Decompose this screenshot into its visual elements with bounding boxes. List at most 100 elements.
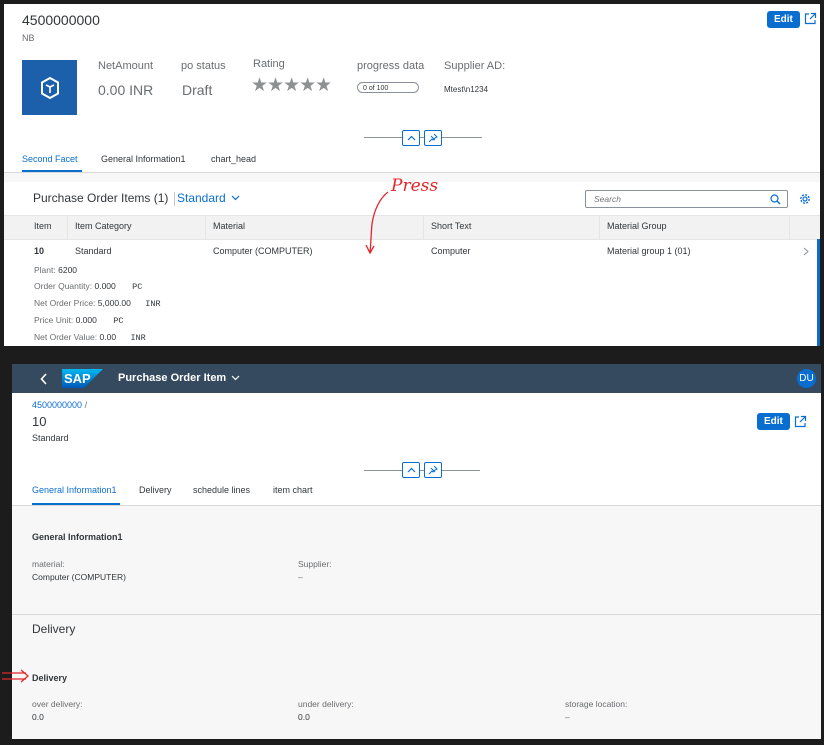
variant-label: Standard [177, 191, 226, 205]
column-header-material-group[interactable]: Material Group [607, 221, 667, 231]
back-icon[interactable] [40, 373, 48, 385]
row-navigation-indicator [817, 239, 820, 346]
edit-button[interactable]: Edit [757, 413, 790, 430]
annotation-arrow [365, 191, 389, 255]
detail-label: Plant: [34, 265, 56, 275]
object-header [12, 393, 821, 506]
detail-value: 0.00 [99, 332, 117, 342]
kpi-supplier-value: Mtest\n1234 [444, 85, 489, 94]
row-details: Plant: 6200 Order Quantity: 0.000 PC Net… [34, 265, 161, 343]
item-title: 10 [32, 414, 47, 429]
shell-title-menu[interactable]: Purchase Order Item [118, 372, 240, 384]
cell-item: 10 [34, 246, 45, 256]
svg-text:SAP: SAP [64, 371, 91, 386]
object-page-purchase-order: 4500000000 NB Edit NetAmount 0.00 INR po… [4, 4, 820, 346]
detail-price-unit: Price Unit: 0.000 PC [34, 315, 161, 326]
shell-title: Purchase Order Item [118, 372, 227, 384]
field-under-delivery-value: 0.0 [298, 712, 310, 722]
detail-net-order-value: Net Order Value: 0.00 INR [34, 332, 161, 343]
group-title-delivery: Delivery [32, 673, 68, 683]
detail-label: Order Quantity: [34, 281, 93, 291]
chevron-down-icon [231, 195, 240, 201]
collapse-header-button[interactable] [402, 462, 420, 478]
tab-item-chart[interactable]: item chart [273, 485, 313, 495]
tab-chart-head[interactable]: chart_head [211, 154, 256, 164]
field-over-delivery-label: over delivery: [32, 699, 83, 709]
tab-second-facet[interactable]: Second Facet [22, 154, 78, 164]
variant-selector[interactable]: Standard [177, 191, 240, 205]
detail-value: 0.000 [75, 315, 97, 325]
header-divider [364, 470, 480, 471]
detail-net-order-price: Net Order Price: 5,000.00 INR [34, 298, 161, 309]
detail-unit: INR [130, 333, 146, 343]
field-material-label: material: [32, 559, 65, 569]
col-separator [789, 216, 790, 239]
navigation-arrow-icon[interactable] [803, 247, 809, 256]
table-title: Purchase Order Items (1) [33, 191, 169, 205]
tab-general-information1[interactable]: General Information1 [32, 485, 117, 495]
gear-icon[interactable] [799, 193, 811, 205]
pin-header-button[interactable] [424, 130, 442, 146]
column-header-short-text[interactable]: Short Text [431, 221, 471, 231]
field-over-delivery-value: 0.0 [32, 712, 44, 722]
field-supplier-label: Supplier: [298, 559, 332, 569]
material-link[interactable]: Computer (COMPUTER) [213, 246, 313, 256]
kpi-netamount-value: 0.00 INR [98, 82, 154, 98]
pin-header-button[interactable] [424, 462, 442, 478]
tab-delivery[interactable]: Delivery [139, 485, 172, 495]
breadcrumb: 4500000000 / [32, 400, 87, 410]
title-separator [174, 192, 175, 206]
item-subtitle: Standard [32, 433, 69, 443]
object-icon-tile [22, 60, 77, 115]
tab-bar-border [12, 505, 821, 506]
press-annotation: Press [391, 176, 439, 196]
kpi-progress-label: progress data [357, 60, 425, 72]
rating-stars: ★★★★★ [251, 75, 332, 96]
column-header-item[interactable]: Item [34, 221, 52, 231]
col-separator [67, 216, 68, 239]
progress-indicator: 0 of 100 [357, 82, 419, 93]
page-title: 4500000000 [22, 12, 100, 28]
search-icon[interactable] [770, 194, 781, 205]
detail-order-quantity: Order Quantity: 0.000 PC [34, 281, 161, 292]
search-input[interactable]: Search [585, 190, 788, 208]
column-header-item-category[interactable]: Item Category [75, 221, 132, 231]
box-icon [40, 76, 59, 99]
share-icon[interactable] [794, 415, 807, 428]
detail-unit: INR [145, 299, 161, 309]
detail-unit: PC [113, 316, 124, 326]
cell-item-category: Standard [75, 246, 112, 256]
field-material-value: Computer (COMPUTER) [32, 572, 126, 582]
kpi-rating-label: Rating [253, 58, 285, 70]
col-separator [423, 216, 424, 239]
sap-logo[interactable]: SAP [62, 369, 103, 388]
column-header-material[interactable]: Material [213, 221, 245, 231]
breadcrumb-separator: / [84, 400, 88, 410]
col-separator [205, 216, 206, 239]
field-storage-location-label: storage location: [565, 699, 628, 709]
field-supplier-value: – [298, 572, 303, 582]
avatar[interactable]: DU [797, 369, 816, 388]
edit-button[interactable]: Edit [767, 11, 800, 28]
chevron-down-icon [231, 375, 240, 381]
tab-general-information1[interactable]: General Information1 [101, 154, 186, 164]
cell-material-group: Material group 1 (01) [607, 246, 691, 256]
detail-value: 0.000 [94, 281, 116, 291]
field-storage-location-value: – [565, 712, 570, 722]
progress-text: 0 of 100 [363, 85, 389, 92]
kpi-po-status-value: Draft [182, 82, 213, 98]
pin-icon [428, 133, 438, 143]
detail-unit: PC [132, 282, 143, 292]
detail-label: Price Unit: [34, 315, 74, 325]
section-divider [12, 614, 821, 615]
detail-value: 5,000.00 [97, 298, 131, 308]
collapse-header-button[interactable] [402, 130, 420, 146]
pin-icon [428, 465, 438, 475]
detail-value: 6200 [58, 265, 78, 275]
share-icon[interactable] [804, 12, 817, 25]
kpi-po-status-label: po status [181, 60, 226, 72]
tab-schedule-lines[interactable]: schedule lines [193, 485, 250, 495]
breadcrumb-link[interactable]: 4500000000 [32, 400, 82, 410]
detail-plant: Plant: 6200 [34, 265, 161, 275]
page-subtitle: NB [22, 33, 35, 43]
